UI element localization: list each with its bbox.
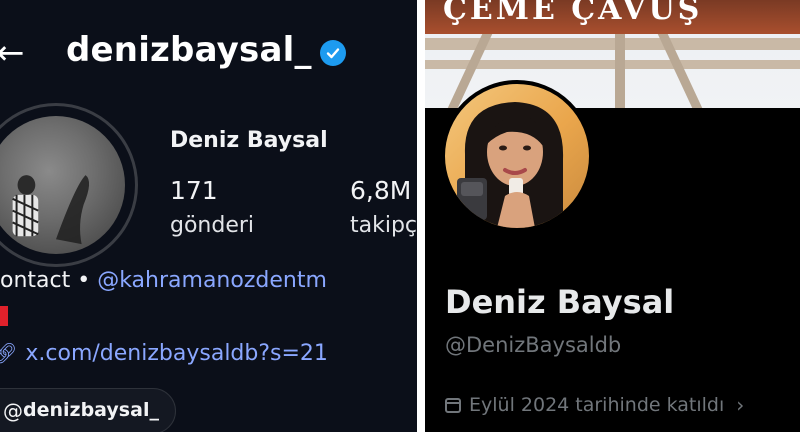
bio-link[interactable]: 🔗︎ x.com/denizbaysaldb?s=21: [0, 341, 328, 366]
bio-contact-line: ontact • @kahramanozdentm: [0, 268, 327, 293]
pergola-beam: [425, 60, 800, 69]
posts-label[interactable]: gönderi: [170, 213, 254, 238]
at-sign-icon: @: [97, 268, 120, 293]
calendar-icon: [445, 397, 461, 413]
profile-display-name: Deniz Baysal: [445, 283, 675, 321]
arrow-left-icon[interactable]: ←: [0, 36, 25, 70]
verified-badge-icon: [320, 40, 346, 66]
bio-link-text[interactable]: x.com/denizbaysaldb?s=21: [25, 341, 328, 366]
instagram-profile-panel: ← denizbaysal_ Deniz Baysal 171 gönderi …: [0, 0, 417, 432]
threads-icon: @: [3, 399, 23, 423]
joined-date-text: Eylül 2024 tarihinde katıldı: [469, 394, 725, 416]
link-icon: 🔗︎: [0, 341, 18, 365]
followers-count[interactable]: 6,8M: [350, 176, 411, 205]
avatar-photo: [0, 116, 125, 254]
banner-sign-text: ÇEME ÇAVUŞ: [443, 0, 703, 27]
contact-mention-link[interactable]: kahramanozdentm: [119, 268, 327, 293]
profile-handle: @DenizBaysaldb: [445, 333, 622, 357]
profile-username: denizbaysal_: [66, 30, 312, 70]
banner-sign: ÇEME ÇAVUŞ: [425, 0, 800, 34]
x-profile-panel: ÇEME ÇAVUŞ Deniz Baysal @DenizBaysaldb E…: [425, 0, 800, 432]
threads-handle: denizbaysal_: [23, 399, 159, 421]
chevron-right-icon[interactable]: ›: [736, 393, 744, 417]
posts-count[interactable]: 171: [170, 176, 218, 205]
pergola-post: [615, 34, 625, 108]
joined-date-row[interactable]: Eylül 2024 tarihinde katıldı ›: [445, 393, 744, 417]
profile-display-name: Deniz Baysal: [170, 128, 328, 153]
avatar[interactable]: [0, 103, 138, 267]
threads-badge[interactable]: @ denizbaysal_: [0, 388, 176, 432]
avatar[interactable]: [441, 80, 593, 232]
panel-divider: [417, 0, 425, 432]
followers-label[interactable]: takipç: [350, 213, 417, 238]
flag-emoji-icon: [0, 306, 8, 326]
contact-prefix: ontact •: [0, 268, 91, 293]
